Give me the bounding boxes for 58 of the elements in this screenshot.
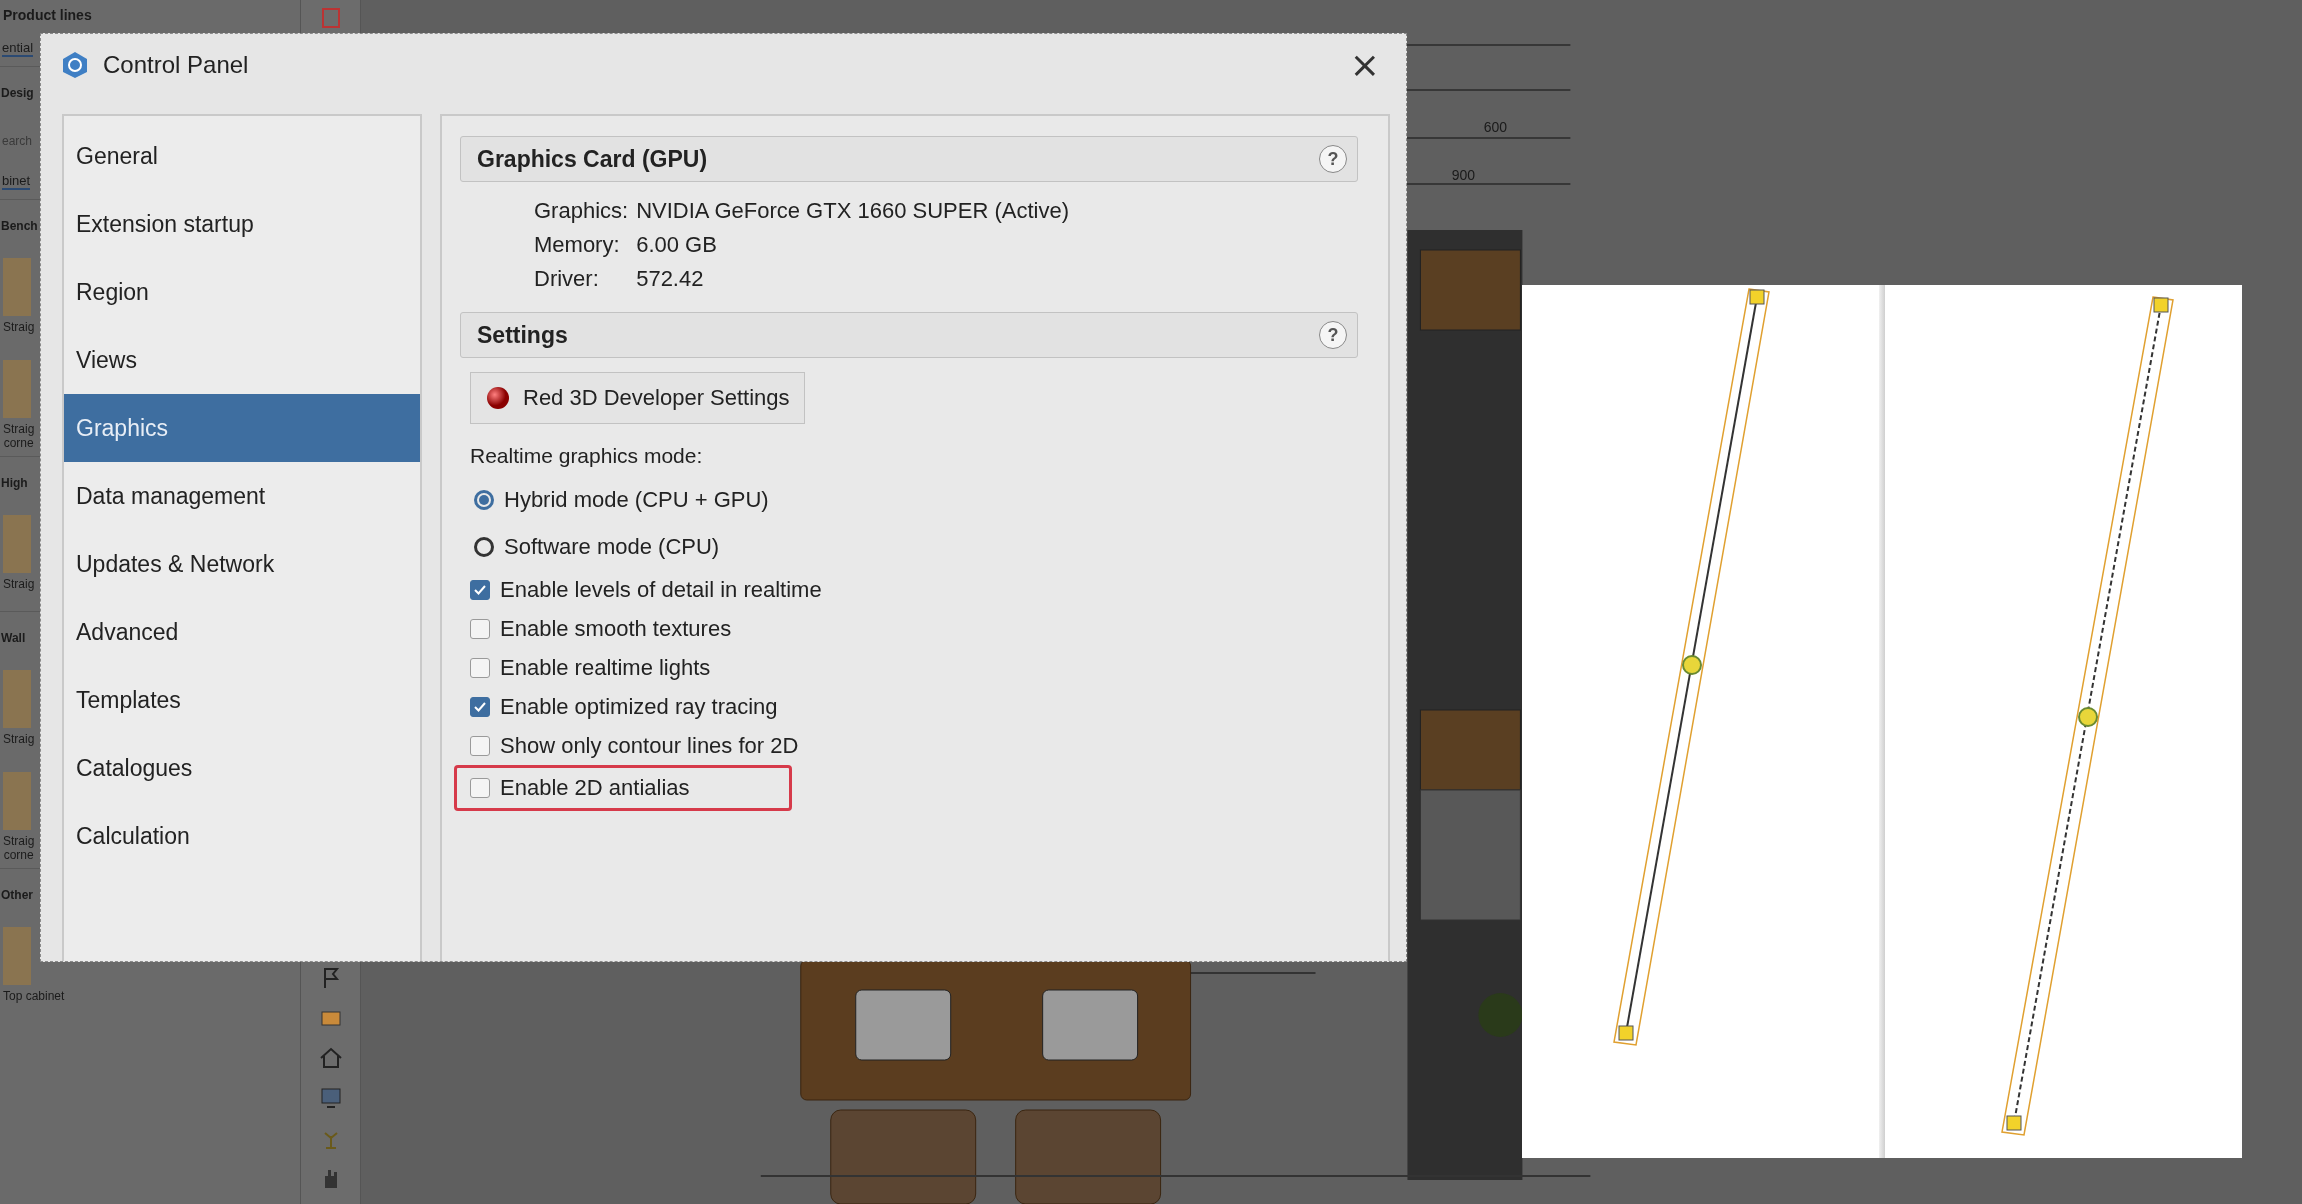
group-heading: Bench bbox=[1, 219, 38, 233]
section-title: Graphics Card (GPU) bbox=[477, 145, 709, 173]
info-value: NVIDIA GeForce GTX 1660 SUPER (Active) bbox=[636, 198, 1069, 224]
checkbox[interactable] bbox=[470, 778, 490, 798]
product-label: Straig corne bbox=[3, 422, 35, 450]
group-heading: Other bbox=[1, 888, 33, 902]
sphere-icon bbox=[485, 385, 511, 411]
option-label: Software mode (CPU) bbox=[504, 533, 720, 560]
option-label: Enable levels of detail in realtime bbox=[500, 576, 822, 603]
developer-settings-button[interactable]: Red 3D Developer Settings bbox=[470, 372, 805, 424]
nav-item[interactable]: Views bbox=[64, 326, 420, 394]
sidebar-title: Product lines bbox=[3, 7, 92, 23]
option-label: Enable smooth textures bbox=[500, 615, 732, 642]
option-label: Hybrid mode (CPU + GPU) bbox=[504, 486, 769, 513]
nav-item[interactable]: Templates bbox=[64, 666, 420, 734]
checkbox[interactable] bbox=[470, 579, 490, 600]
product-label: Straig bbox=[3, 577, 35, 591]
radio-button[interactable] bbox=[474, 489, 494, 510]
info-value: 6.00 GB bbox=[636, 232, 718, 258]
info-label: Driver: bbox=[534, 266, 600, 292]
window-title: Control Panel bbox=[103, 51, 250, 79]
checkbox[interactable] bbox=[470, 735, 490, 756]
help-button[interactable]: ? bbox=[1319, 145, 1347, 173]
option-label: Enable 2D antialias bbox=[500, 775, 690, 801]
dimension-label: 600 bbox=[1483, 119, 1508, 135]
option-label: Enable optimized ray tracing bbox=[500, 693, 778, 720]
nav-item[interactable]: Region bbox=[64, 258, 420, 326]
option-label: Show only contour lines for 2D bbox=[500, 732, 799, 759]
info-label: Memory: bbox=[534, 232, 621, 258]
checkbox[interactable] bbox=[470, 657, 490, 678]
info-label: Graphics: bbox=[534, 198, 629, 224]
checkbox[interactable] bbox=[470, 618, 490, 639]
product-label: Straig bbox=[3, 320, 35, 334]
product-label: Top cabinet bbox=[3, 989, 65, 1003]
product-label: Straig bbox=[3, 732, 35, 746]
radio-button[interactable] bbox=[474, 536, 494, 557]
group-heading: Wall bbox=[1, 631, 26, 645]
nav-item[interactable]: Extension startup bbox=[64, 190, 420, 258]
group-heading: High bbox=[1, 476, 28, 490]
nav-item[interactable]: Catalogues bbox=[64, 734, 420, 802]
nav-item[interactable]: Updates & Network bbox=[64, 530, 420, 598]
nav-item[interactable]: Calculation bbox=[64, 802, 420, 870]
dimension-label: 900 bbox=[1451, 167, 1476, 183]
close-button[interactable]: × bbox=[1343, 47, 1386, 83]
nav-item[interactable]: Advanced bbox=[64, 598, 420, 666]
nav-item[interactable]: General bbox=[64, 122, 420, 190]
product-label: Straig corne bbox=[3, 834, 35, 862]
option-label: Enable realtime lights bbox=[500, 654, 711, 681]
checkbox[interactable] bbox=[470, 696, 490, 717]
plant-drawing bbox=[1478, 993, 1523, 1037]
mode-label: Realtime graphics mode: bbox=[470, 444, 704, 468]
group-heading: Desig bbox=[1, 86, 34, 100]
nav-item[interactable]: Data management bbox=[64, 462, 420, 530]
section-title: Settings bbox=[477, 321, 569, 349]
nav-item[interactable]: Graphics bbox=[64, 394, 420, 462]
info-value: 572.42 bbox=[636, 266, 705, 292]
app-logo-icon bbox=[61, 51, 89, 79]
help-button[interactable]: ? bbox=[1319, 321, 1347, 349]
